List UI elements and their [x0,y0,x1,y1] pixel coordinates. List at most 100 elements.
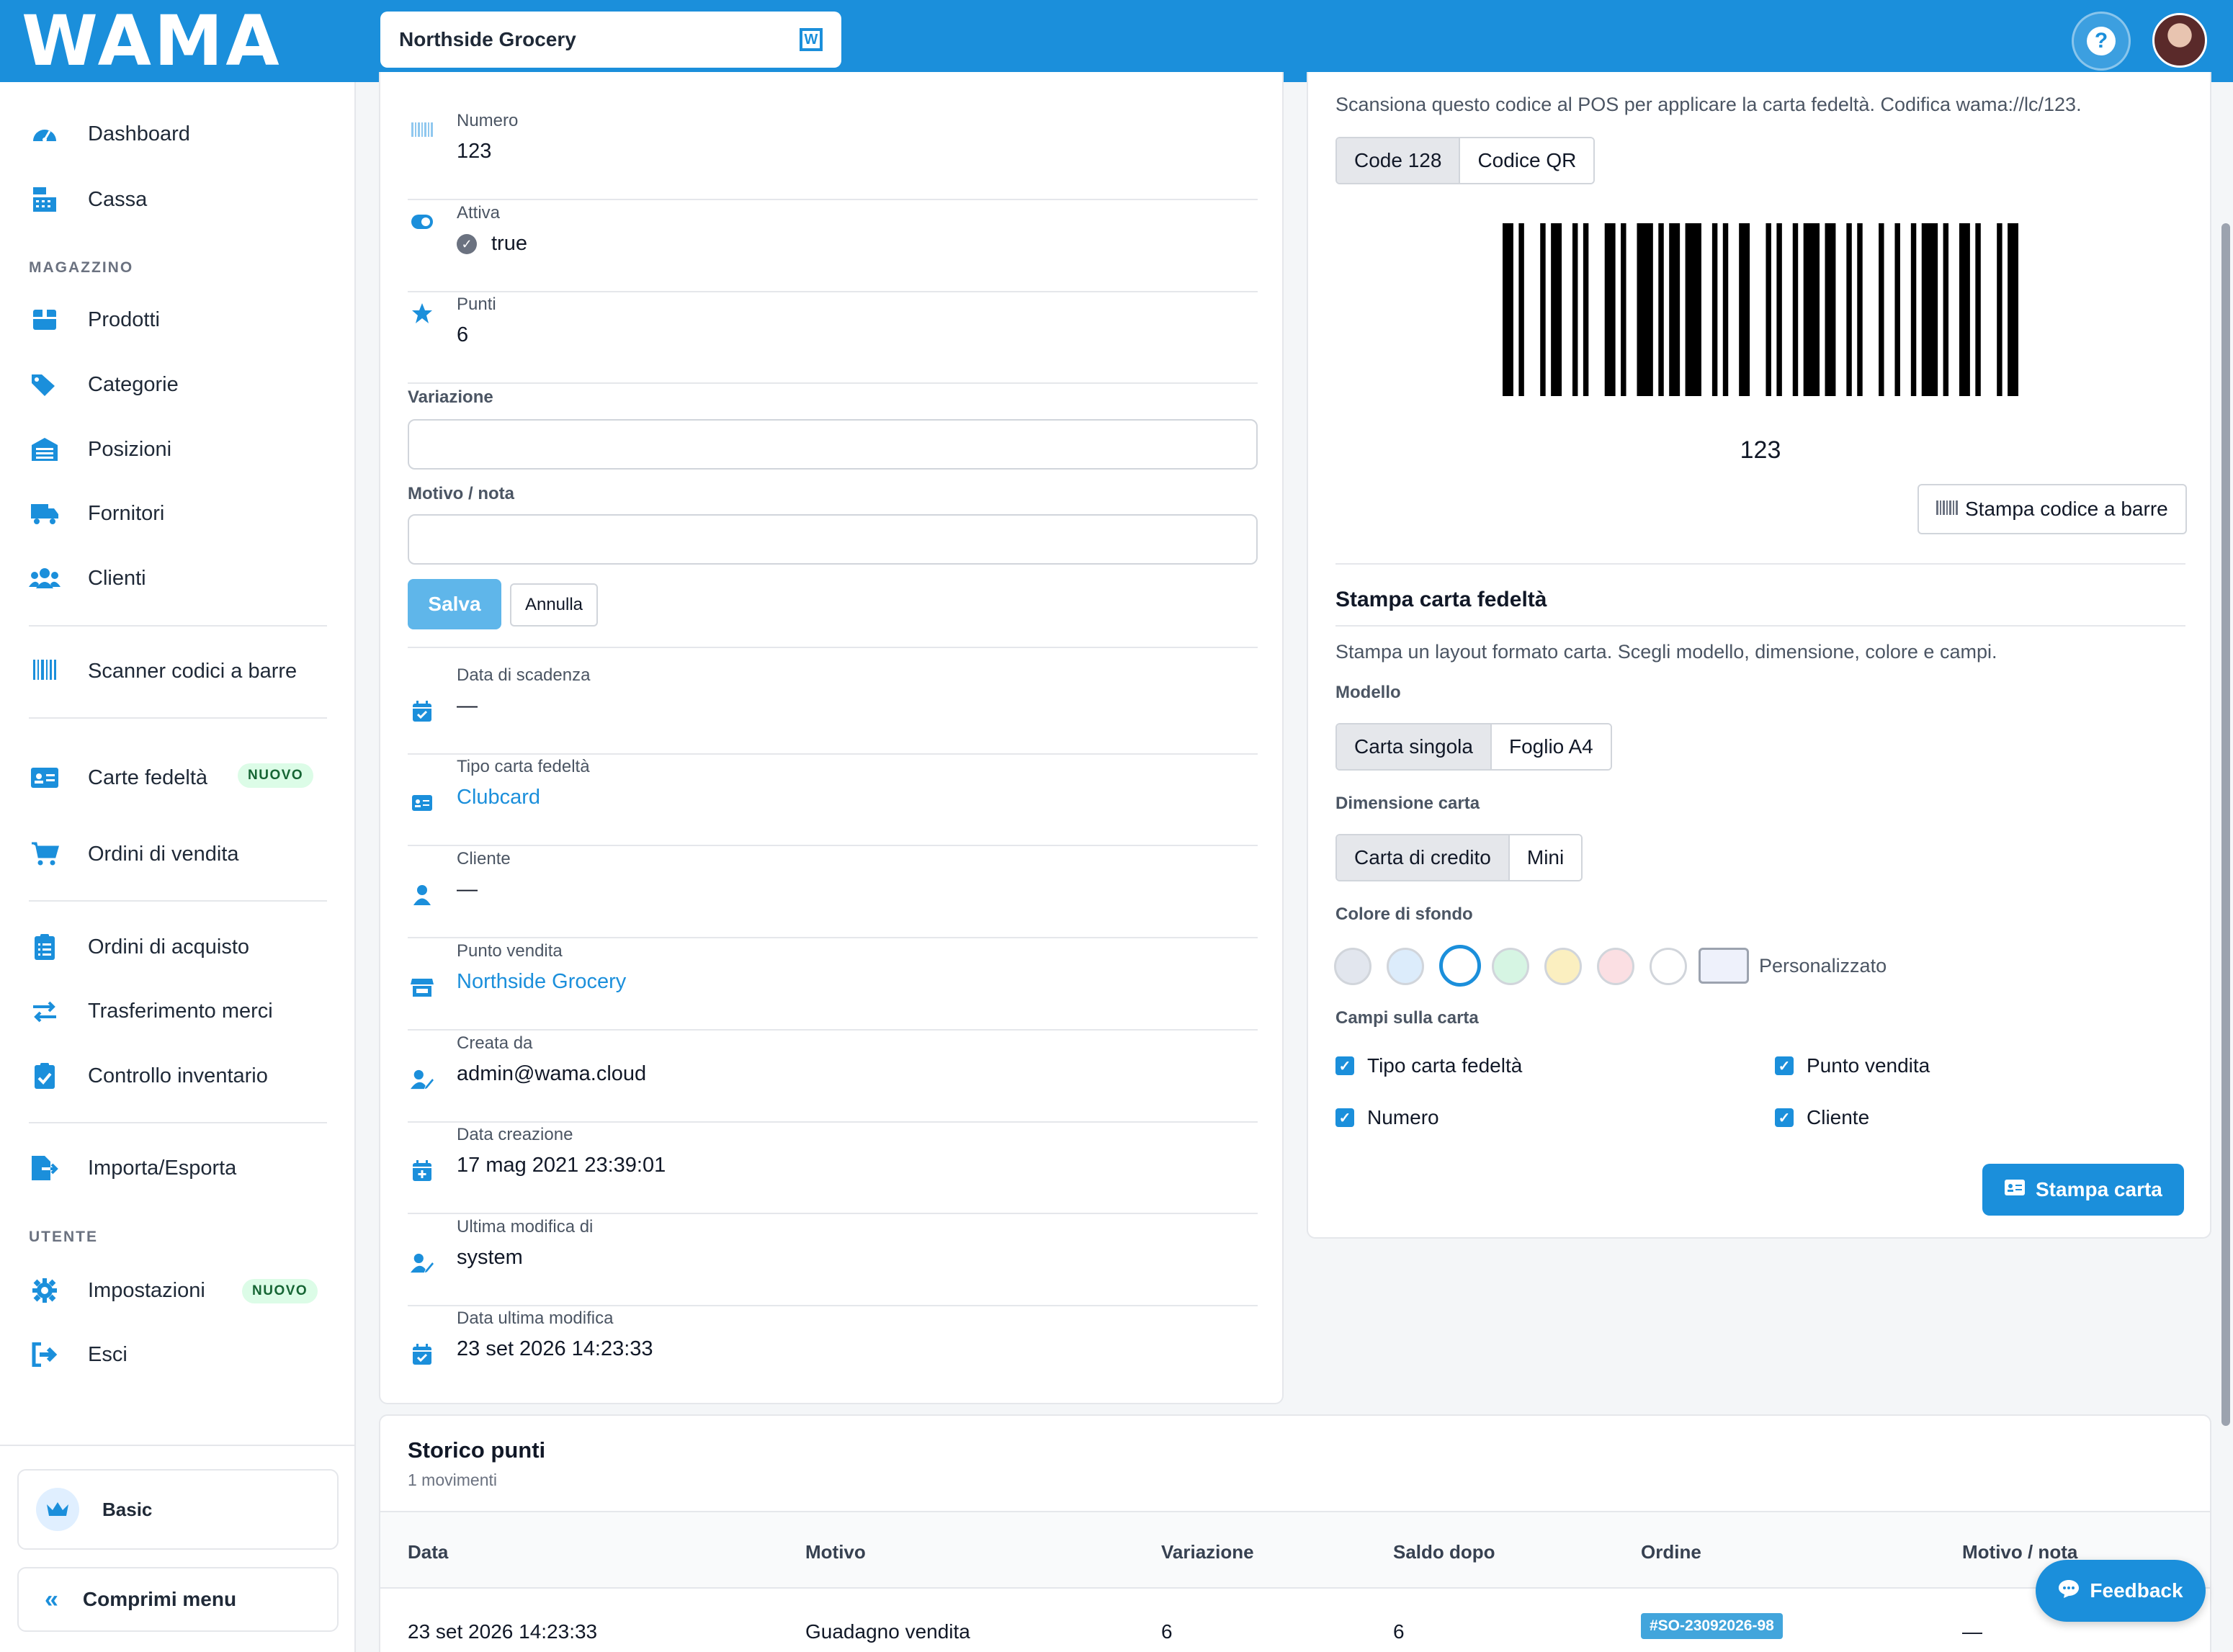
campi-label: Campi sulla carta [1335,1008,1479,1028]
barcode-print-panel: Scansiona questo codice al POS per appli… [1307,72,2211,1239]
barcode-image [1503,223,2018,396]
column-header[interactable]: Ordine [1641,1541,1701,1563]
sidebar-item-inventario[interactable]: Controllo inventario [29,1054,268,1097]
barcode-bar [1722,223,1729,396]
sidebar-item-prodotti[interactable]: Prodotti [29,298,160,341]
order-link-badge[interactable]: #SO-23092026-98 [1641,1613,1783,1639]
checkbox-cliente[interactable]: ✓ Cliente [1775,1106,1869,1129]
foglio-a4-option[interactable]: Foglio A4 [1491,724,1611,769]
sidebar-item-scanner[interactable]: Scanner codici a barre [29,650,297,693]
sidebar-item-cassa[interactable]: Cassa [29,178,147,221]
calendar-plus-icon [411,1159,434,1182]
help-button[interactable]: ? [2072,12,2131,71]
print-barcode-button[interactable]: Stampa codice a barre [1917,484,2187,534]
sidebar-divider [29,625,327,627]
sidebar-item-posizioni[interactable]: Posizioni [29,428,171,471]
barcode-bar [1846,223,1852,396]
column-header[interactable]: Variazione [1161,1541,1254,1563]
feedback-button[interactable]: Feedback [2036,1560,2206,1622]
column-header[interactable]: Motivo [805,1541,866,1563]
box-icon [29,304,61,336]
code128-option[interactable]: Code 128 [1337,138,1461,183]
barcode-description: Scansiona questo codice al POS per appli… [1335,94,2082,115]
collapse-menu-button[interactable]: « Comprimi menu [17,1567,339,1632]
sidebar-item-fornitori[interactable]: Fornitori [29,492,164,535]
barcode-bar [1879,223,1884,396]
field-divider [408,753,1258,755]
sidebar-item-ordini-vendita[interactable]: Ordini di vendita [29,832,239,876]
checkbox-punto-vendita[interactable]: ✓ Punto vendita [1775,1054,1930,1077]
checkbox-label: Numero [1367,1106,1439,1128]
clipboard-check-icon [29,1060,61,1092]
column-header[interactable]: Data [408,1541,448,1563]
print-card-button[interactable]: Stampa carta [1982,1164,2184,1216]
app-root: WAMA Northside Grocery W ? Dashboard Cas… [0,0,2233,1652]
checkbox-numero[interactable]: ✓ Numero [1335,1106,1439,1129]
motivo-input[interactable] [408,514,1258,565]
color-swatch[interactable] [1650,948,1687,985]
color-swatch[interactable] [1544,948,1582,985]
color-swatch[interactable] [1387,948,1424,985]
avatar[interactable] [2152,13,2207,68]
sidebar-item-importa-esporta[interactable]: Importa/Esporta [29,1146,236,1190]
wama-logo-icon: W [800,28,823,51]
color-swatch[interactable] [1334,948,1371,985]
color-swatch[interactable] [1492,948,1529,985]
plan-label: Basic [102,1498,153,1520]
new-badge: NUOVO [238,763,314,788]
field-value: admin@wama.cloud [457,1062,647,1085]
store-selector[interactable]: Northside Grocery W [380,12,841,68]
sidebar-item-ordini-acquisto[interactable]: Ordini di acquisto [29,925,249,969]
sidebar-item-trasferimento[interactable]: Trasferimento merci [29,989,273,1033]
id-card-icon [29,762,61,794]
cash-register-icon [29,184,61,215]
variazione-input[interactable] [408,419,1258,470]
tipo-carta-link[interactable]: Clubcard [457,786,540,809]
sidebar-item-categorie[interactable]: Categorie [29,363,179,406]
field-label: Tipo carta fedeltà [457,757,590,776]
mini-option[interactable]: Mini [1509,835,1582,880]
sidebar-item-impostazioni[interactable]: Impostazioni [29,1269,205,1312]
question-icon: ? [2087,27,2116,55]
scrollbar[interactable] [2221,223,2230,1426]
field-divider [408,1121,1258,1123]
cancel-button[interactable]: Annulla [510,583,598,627]
points-history: Storico punti 1 movimenti Data Motivo Va… [379,1414,2211,1652]
barcode-icon [411,118,434,141]
punto-vendita-link[interactable]: Northside Grocery [457,970,626,994]
barcode-bar [1959,223,1970,396]
carta-singola-option[interactable]: Carta singola [1337,724,1492,769]
column-header[interactable]: Saldo dopo [1393,1541,1495,1563]
custom-color-swatch[interactable] [1699,948,1749,984]
clipboard-list-icon [29,931,61,963]
sidebar-item-dashboard[interactable]: Dashboard [29,112,190,156]
barcode-bar [1518,223,1524,396]
gear-icon [29,1275,61,1306]
user-edit-icon [411,1068,434,1091]
cart-icon [29,838,61,870]
colore-label: Colore di sfondo [1335,904,1473,924]
barcode-bar [1572,223,1578,396]
color-swatch[interactable] [1597,948,1634,985]
carta-credito-option[interactable]: Carta di credito [1337,835,1510,880]
checkbox-label: Cliente [1807,1106,1870,1128]
barcode-type-toggle: Code 128 Codice QR [1335,137,1596,184]
barcode-bar [1583,223,1589,396]
field-value: 17 mag 2021 23:39:01 [457,1154,666,1177]
logo[interactable]: WAMA [0,0,356,82]
color-swatch[interactable] [1439,945,1481,987]
tags-icon [29,369,61,400]
cell-variazione: 6 [1161,1620,1173,1643]
sidebar-item-clienti[interactable]: Clienti [29,557,146,600]
qr-option[interactable]: Codice QR [1460,138,1594,183]
sidebar-item-carte-fedelta[interactable]: Carte fedeltà [29,745,218,811]
modello-toggle: Carta singola Foglio A4 [1335,723,1612,771]
barcode-bar [1857,223,1863,396]
users-icon [29,562,61,594]
save-button[interactable]: Salva [408,579,501,629]
plan-box[interactable]: Basic [17,1469,339,1550]
checkbox-tipo-carta[interactable]: ✓ Tipo carta fedeltà [1335,1054,1522,1077]
section-divider [1335,563,2185,565]
sidebar-item-esci[interactable]: Esci [29,1333,127,1376]
file-export-icon [29,1152,61,1184]
